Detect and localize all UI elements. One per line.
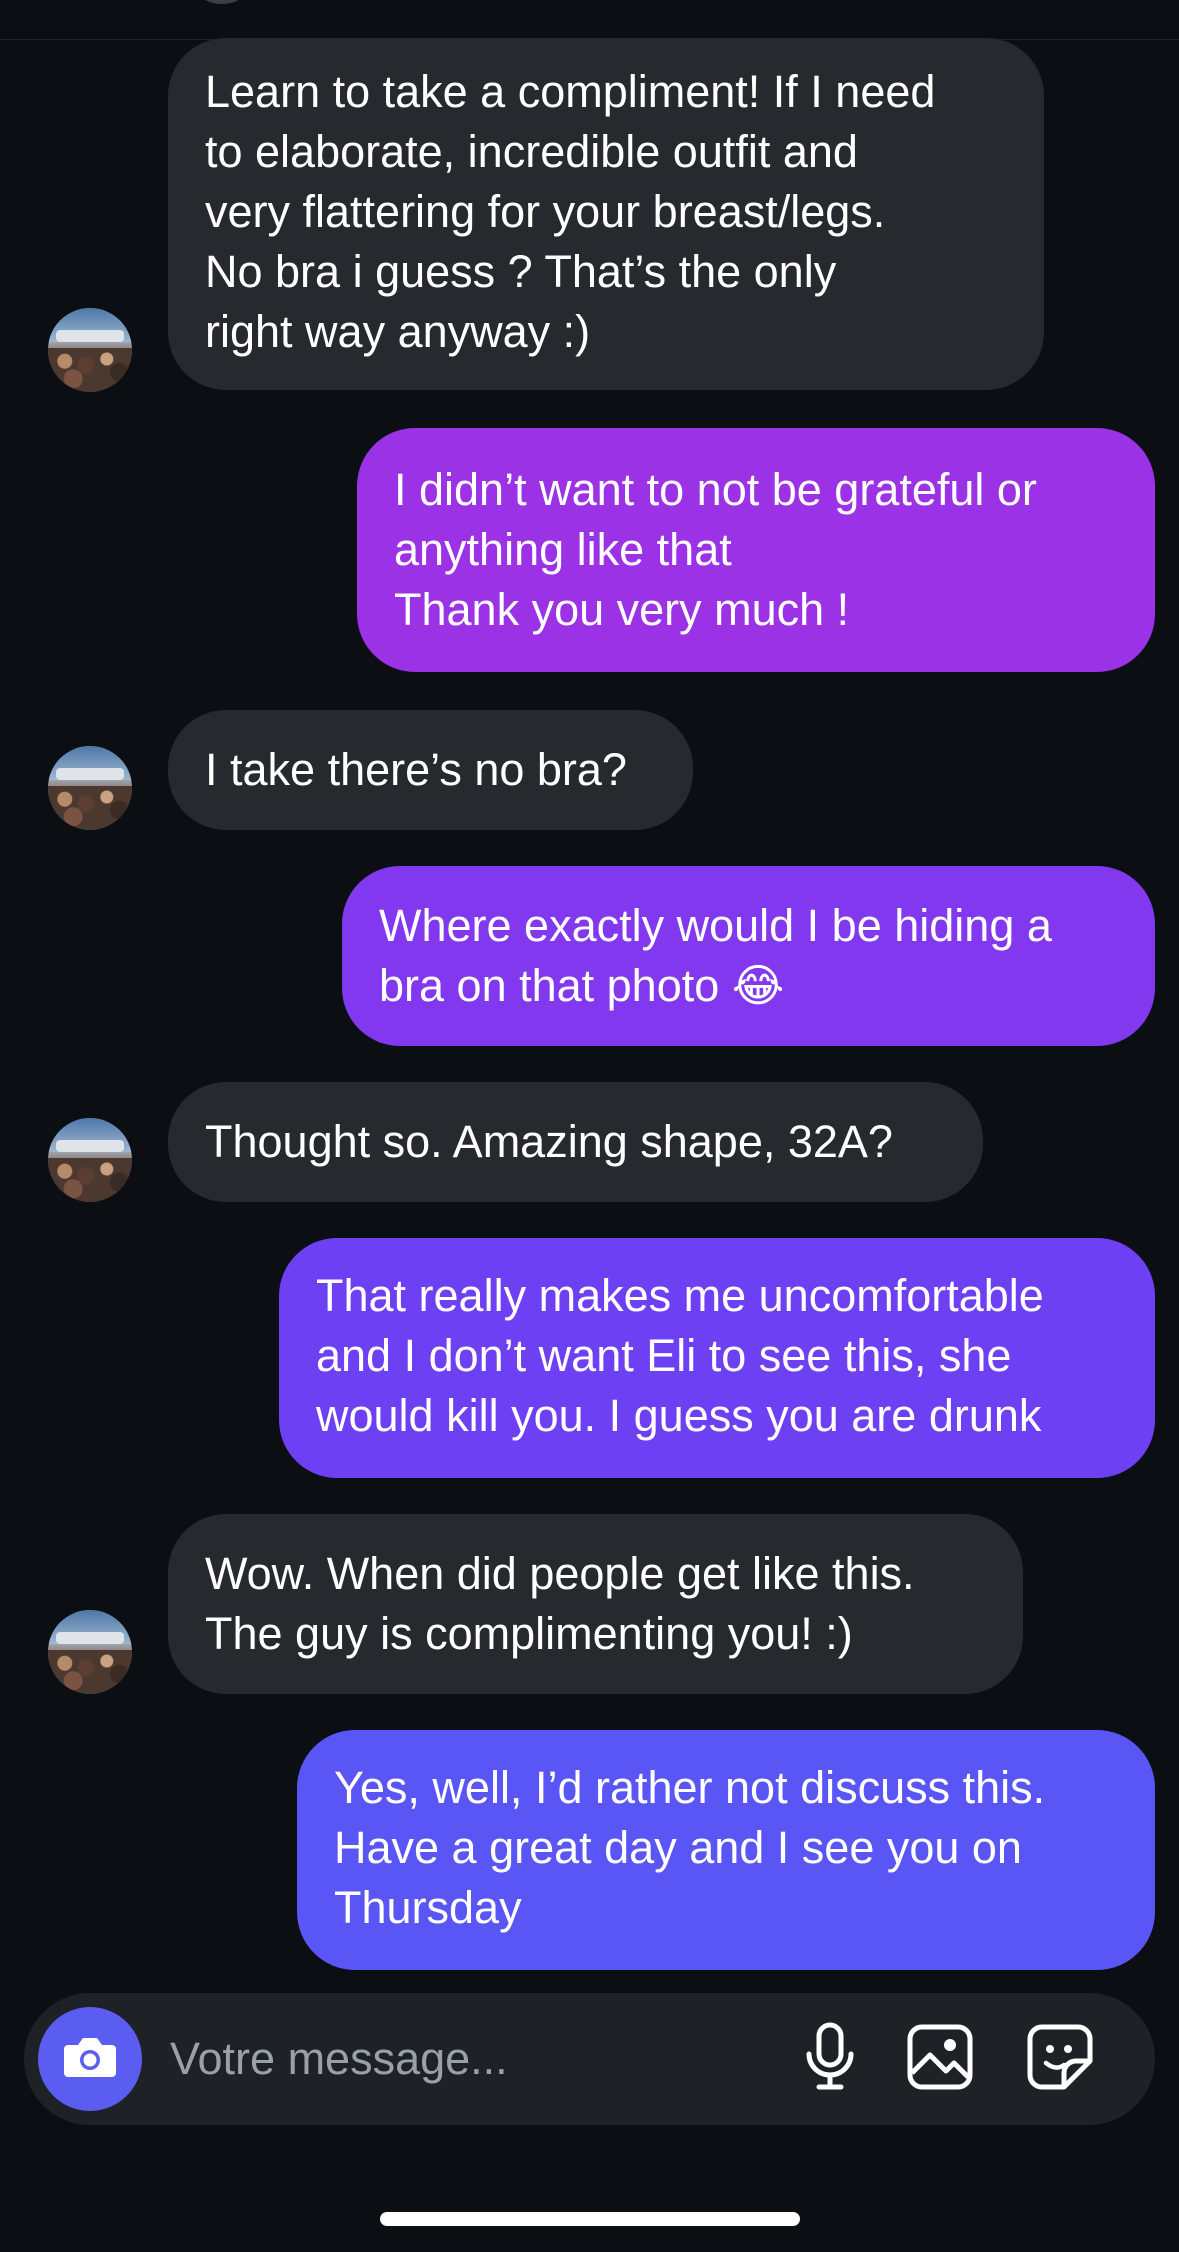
message-incoming[interactable]: Learn to take a compliment! If I need to… [168, 38, 1044, 390]
message-outgoing[interactable]: I didn’t want to not be grateful or anyt… [357, 428, 1155, 672]
gallery-icon [906, 2023, 974, 2096]
message-composer [24, 1993, 1155, 2125]
message-incoming[interactable]: Thought so. Amazing shape, 32A? [168, 1082, 983, 1202]
message-incoming[interactable]: Wow. When did people get like this. The … [168, 1514, 1023, 1694]
message-outgoing[interactable]: That really makes me uncomfortable and I… [279, 1238, 1155, 1478]
message-incoming[interactable]: I take there’s no bra? [168, 710, 693, 830]
header-avatar [196, 0, 248, 4]
avatar[interactable] [48, 1610, 132, 1694]
microphone-button[interactable] [794, 2022, 866, 2097]
header-strip [0, 0, 1179, 40]
gallery-button[interactable] [904, 2023, 976, 2095]
message-outgoing[interactable]: Yes, well, I’d rather not discuss this. … [297, 1730, 1155, 1970]
camera-button[interactable] [38, 2007, 142, 2111]
microphone-icon [802, 2022, 858, 2097]
avatar[interactable] [48, 746, 132, 830]
sticker-icon [1026, 2023, 1094, 2096]
sticker-button[interactable] [1024, 2023, 1096, 2095]
avatar[interactable] [48, 1118, 132, 1202]
message-input[interactable] [170, 2027, 750, 2091]
home-indicator[interactable] [380, 2212, 800, 2226]
camera-icon [62, 2033, 118, 2086]
message-thread[interactable]: Learn to take a compliment! If I need to… [0, 0, 1179, 1980]
avatar[interactable] [48, 308, 132, 392]
message-outgoing[interactable]: Where exactly would I be hiding a bra on… [342, 866, 1155, 1046]
